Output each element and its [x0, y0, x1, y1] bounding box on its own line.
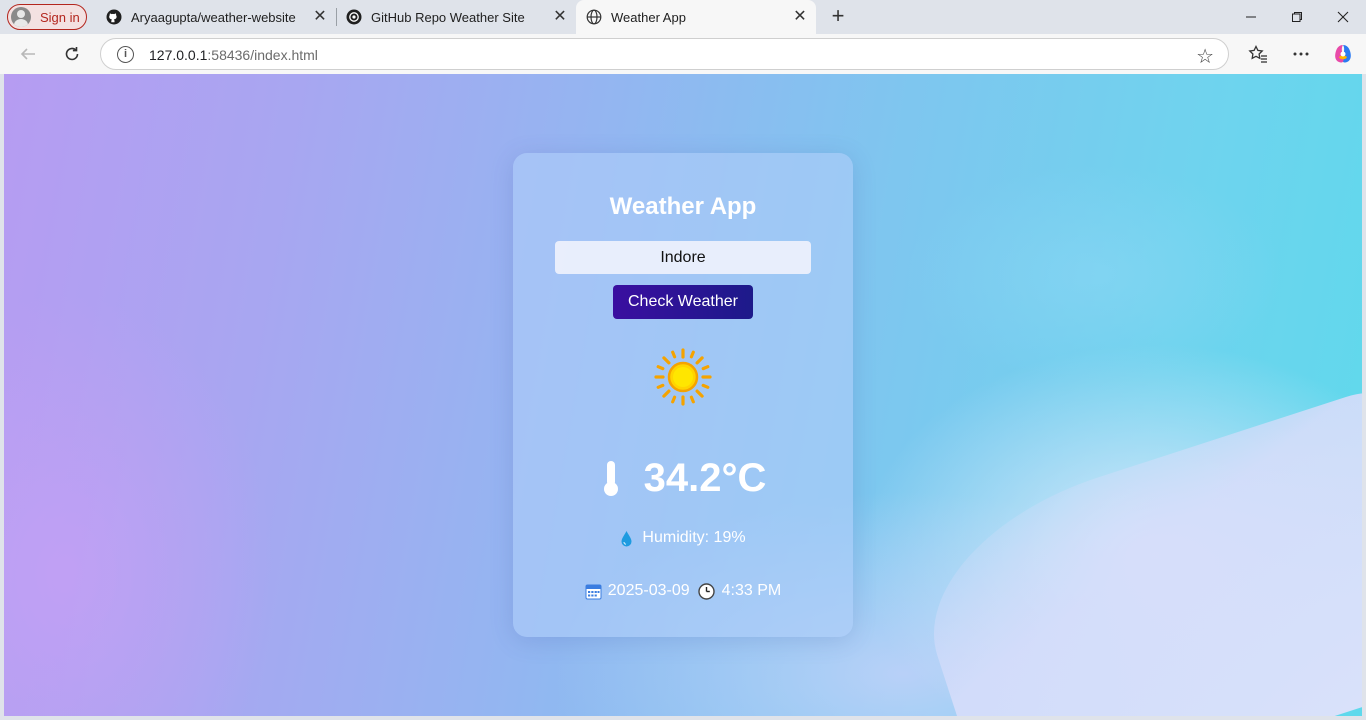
page-background: Weather App Check Weather [4, 74, 1362, 716]
date-text: 2025-03-09 [607, 582, 690, 599]
thermometer-icon [603, 461, 618, 496]
app-title: Weather App [609, 193, 757, 220]
restore-icon[interactable] [1274, 0, 1320, 34]
tab-github-repo[interactable]: Aryaagupta/weather-website ✕ [96, 0, 336, 34]
minimize-icon[interactable] [1228, 0, 1274, 34]
water-drop-icon [621, 530, 632, 546]
favorites-icon[interactable] [1243, 40, 1273, 68]
temperature-value: 34.2°C [643, 455, 767, 500]
check-weather-button[interactable]: Check Weather [613, 285, 753, 319]
temperature-row: 34.2°C [513, 453, 853, 503]
city-input[interactable] [555, 241, 811, 274]
time-text: 4:33 PM [721, 582, 782, 599]
url-path: :58436/index.html [207, 47, 318, 63]
more-menu-icon[interactable] [1286, 40, 1316, 68]
close-tab-icon[interactable]: ✕ [552, 9, 568, 25]
tab-title: Weather App [611, 9, 686, 25]
close-tab-icon[interactable]: ✕ [312, 9, 328, 25]
site-info-icon[interactable]: i [117, 46, 134, 63]
new-tab-icon[interactable]: + [826, 5, 850, 29]
weather-card: Weather App Check Weather [513, 153, 853, 637]
copilot-icon[interactable] [1328, 40, 1358, 68]
profile-avatar-icon [11, 7, 31, 27]
back-arrow-icon[interactable] [13, 40, 43, 68]
browser-toolbar: i 127.0.0.1:58436/index.html ☆ [0, 34, 1366, 74]
close-window-icon[interactable] [1320, 0, 1366, 34]
tab-weather-app[interactable]: Weather App ✕ [576, 0, 816, 34]
sign-in-button[interactable]: Sign in [7, 4, 87, 30]
calendar-icon [585, 584, 602, 599]
tab-title: GitHub Repo Weather Site [371, 9, 525, 25]
close-tab-icon[interactable]: ✕ [792, 9, 808, 25]
humidity-row: Humidity: 19% [513, 529, 853, 547]
tab-chatgpt[interactable]: GitHub Repo Weather Site ✕ [336, 0, 576, 34]
tab-strip: Sign in Aryaagupta/weather-website ✕ Git… [0, 0, 1366, 34]
sign-in-label: Sign in [40, 9, 80, 25]
reload-icon[interactable] [57, 40, 87, 68]
address-bar[interactable]: i 127.0.0.1:58436/index.html ☆ [100, 38, 1229, 70]
globe-icon [586, 9, 602, 25]
url-text[interactable]: 127.0.0.1:58436/index.html [149, 47, 318, 63]
url-host: 127.0.0.1 [149, 47, 208, 63]
sun-icon [654, 348, 712, 406]
clock-icon [697, 582, 715, 600]
date-time-row: 2025-03-09 4:33 PM [513, 582, 853, 600]
tab-title: Aryaagupta/weather-website [131, 9, 296, 25]
humidity-text: Humidity: 19% [642, 529, 746, 546]
openai-icon [346, 9, 362, 25]
favorite-star-icon[interactable]: ☆ [1196, 44, 1214, 69]
github-icon [106, 9, 122, 25]
